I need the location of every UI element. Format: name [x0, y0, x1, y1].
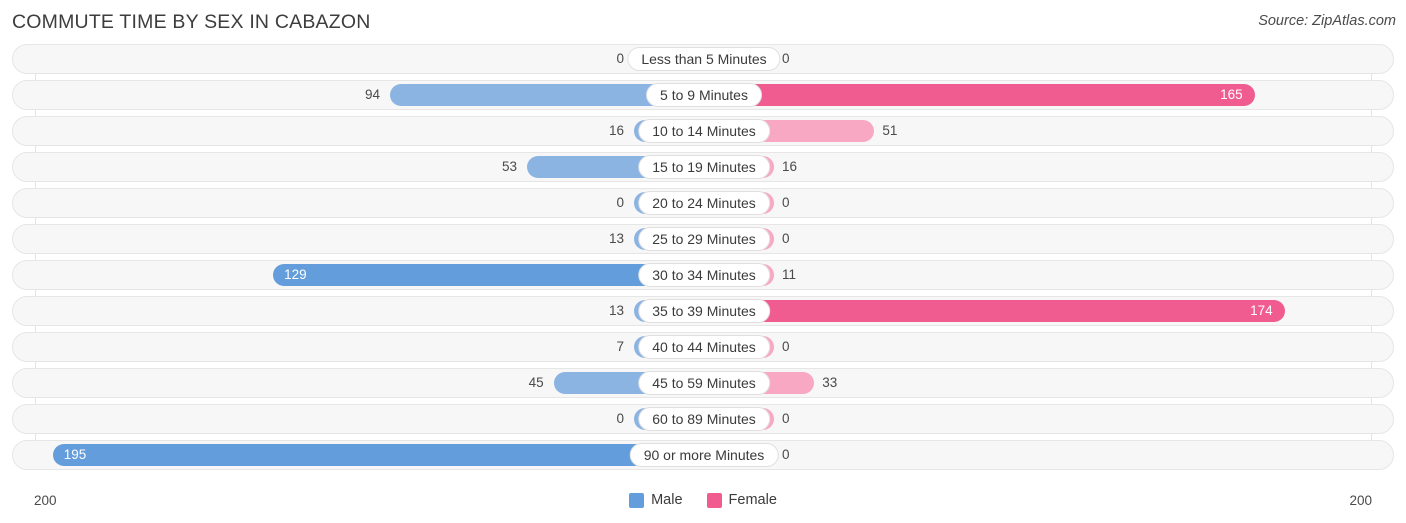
chart-footer: 200 Male Female 200 — [0, 489, 1406, 517]
axis-max-right: 200 — [1349, 493, 1372, 508]
category-label-pill: 35 to 39 Minutes — [638, 299, 770, 323]
male-value-label: 195 — [63, 447, 87, 462]
male-value-label: 7 — [616, 339, 624, 354]
legend-label-female: Female — [728, 492, 777, 508]
male-bar[interactable] — [52, 444, 704, 466]
bar-row[interactable]: 0 0 Less than 5 Minutes — [12, 44, 1394, 74]
bar-row[interactable]: 0 0 20 to 24 Minutes — [12, 188, 1394, 218]
bar-rows: 0 0 Less than 5 Minutes 94 165 5 to 9 Minutes… — [0, 44, 1406, 476]
male-value-label: 45 — [528, 375, 544, 390]
category-label-pill: 30 to 34 Minutes — [638, 263, 770, 287]
female-color-swatch — [706, 492, 722, 508]
male-value-label: 0 — [616, 411, 624, 426]
bar-row[interactable]: 195 0 90 or more Minutes — [12, 440, 1394, 470]
male-value-label: 129 — [284, 267, 307, 282]
female-value-label: 33 — [822, 375, 838, 390]
legend-label-male: Male — [651, 492, 683, 508]
female-value-label: 0 — [782, 339, 790, 354]
male-value-label: 13 — [608, 231, 624, 246]
female-value-label: 11 — [782, 267, 797, 282]
male-value-label: 0 — [616, 51, 624, 66]
male-value-label: 0 — [616, 195, 624, 210]
category-label-pill: 5 to 9 Minutes — [646, 83, 762, 107]
category-label-pill: Less than 5 Minutes — [627, 47, 781, 71]
female-value-label: 0 — [782, 195, 790, 210]
category-label-pill: 20 to 24 Minutes — [638, 191, 770, 215]
female-value-label: 0 — [782, 231, 790, 246]
category-label-pill: 45 to 59 Minutes — [638, 371, 770, 395]
category-label-pill: 40 to 44 Minutes — [638, 335, 770, 359]
bar-row[interactable]: 13 0 25 to 29 Minutes — [12, 224, 1394, 254]
bar-row[interactable]: 0 0 60 to 89 Minutes — [12, 404, 1394, 434]
category-label-pill: 10 to 14 Minutes — [638, 119, 770, 143]
chart-plot-area: 0 0 Less than 5 Minutes 94 165 5 to 9 Minutes… — [0, 44, 1406, 481]
female-value-label: 0 — [782, 411, 790, 426]
bar-row[interactable]: 129 11 30 to 34 Minutes — [12, 260, 1394, 290]
male-value-label: 16 — [608, 123, 624, 138]
chart-header: COMMUTE TIME BY SEX IN CABAZON Source: Z… — [0, 0, 1406, 44]
female-bar[interactable] — [704, 300, 1286, 322]
category-label-pill: 15 to 19 Minutes — [638, 155, 770, 179]
male-value-label: 53 — [501, 159, 517, 174]
male-value-label: 94 — [365, 87, 381, 102]
category-label-pill: 25 to 29 Minutes — [638, 227, 770, 251]
male-value-label: 13 — [608, 303, 624, 318]
female-value-label: 16 — [782, 159, 798, 174]
page-title: COMMUTE TIME BY SEX IN CABAZON — [12, 11, 371, 33]
legend-item-male[interactable]: Male — [629, 492, 683, 508]
bar-row[interactable]: 7 0 40 to 44 Minutes — [12, 332, 1394, 362]
category-label-pill: 90 or more Minutes — [629, 443, 779, 467]
bar-row[interactable]: 16 51 10 to 14 Minutes — [12, 116, 1394, 146]
bar-row[interactable]: 94 165 5 to 9 Minutes — [12, 80, 1394, 110]
legend-item-female[interactable]: Female — [706, 492, 777, 508]
category-label-pill: 60 to 89 Minutes — [638, 407, 770, 431]
source-attribution: Source: ZipAtlas.com — [1258, 13, 1396, 29]
bar-row[interactable]: 53 16 15 to 19 Minutes — [12, 152, 1394, 182]
female-value-label: 0 — [782, 447, 790, 462]
female-value-label: 174 — [1250, 303, 1273, 318]
chart-legend: Male Female — [0, 492, 1406, 508]
female-value-label: 51 — [882, 123, 898, 138]
bar-row[interactable]: 45 33 45 to 59 Minutes — [12, 368, 1394, 398]
bar-row[interactable]: 13 174 35 to 39 Minutes — [12, 296, 1394, 326]
female-value-label: 0 — [782, 51, 790, 66]
female-value-label: 165 — [1220, 87, 1243, 102]
male-color-swatch — [629, 492, 645, 508]
female-bar[interactable] — [704, 84, 1256, 106]
